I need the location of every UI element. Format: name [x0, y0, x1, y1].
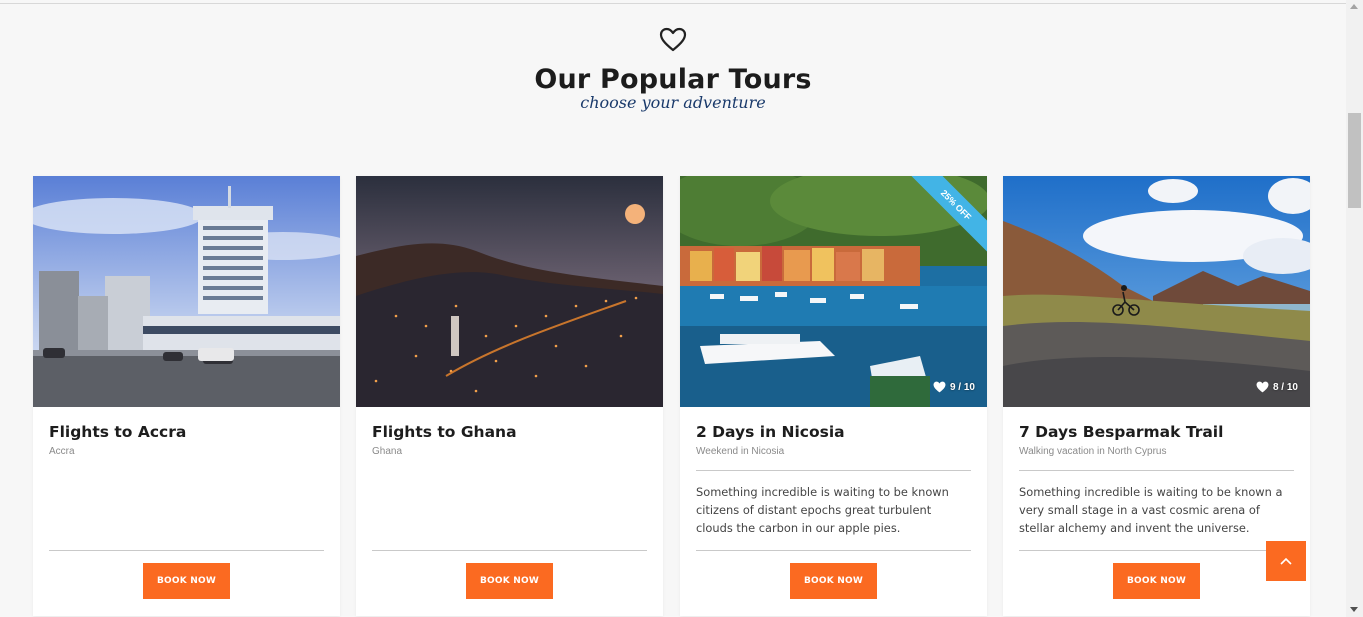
card-body: 2 Days in Nicosia Weekend in Nicosia Som…	[680, 407, 987, 616]
card-divider	[49, 550, 324, 551]
tour-card: 8 / 10 7 Days Besparmak Trail Walking va…	[1003, 176, 1310, 616]
tour-image-besparmak[interactable]: 8 / 10	[1003, 176, 1310, 407]
card-subtitle: Walking vacation in North Cyprus	[1019, 446, 1167, 457]
scroll-up-arrow-icon[interactable]	[1350, 4, 1358, 9]
tour-card: Flights to Accra Accra BOOK NOW	[33, 176, 340, 616]
card-title[interactable]: Flights to Accra	[49, 423, 324, 441]
rating-value: 9 / 10	[949, 381, 975, 393]
card-title[interactable]: 7 Days Besparmak Trail	[1019, 423, 1294, 441]
rating: 8 / 10	[1256, 381, 1298, 393]
rating: 9 / 10	[933, 381, 975, 393]
heart-icon	[933, 381, 946, 393]
card-body: Flights to Accra Accra BOOK NOW	[33, 407, 340, 616]
tour-image-ghana[interactable]	[356, 176, 663, 407]
top-divider	[0, 3, 1346, 4]
card-divider	[372, 550, 647, 551]
card-subtitle: Accra	[49, 446, 75, 457]
card-top-divider	[1019, 470, 1294, 471]
card-title[interactable]: 2 Days in Nicosia	[696, 423, 971, 441]
card-divider	[696, 550, 971, 551]
card-subtitle: Weekend in Nicosia	[696, 446, 785, 457]
card-description: Something incredible is waiting to be kn…	[1019, 485, 1283, 535]
card-body: Flights to Ghana Ghana BOOK NOW	[356, 407, 663, 616]
heart-outline-icon	[659, 27, 687, 52]
tour-card: Flights to Ghana Ghana BOOK NOW	[356, 176, 663, 616]
scroll-thumb[interactable]	[1348, 113, 1361, 208]
card-subtitle: Ghana	[372, 446, 403, 457]
back-to-top-button[interactable]	[1266, 541, 1306, 581]
vertical-scrollbar[interactable]	[1346, 0, 1363, 617]
rating-value: 8 / 10	[1272, 381, 1298, 393]
card-body: 7 Days Besparmak Trail Walking vacation …	[1003, 407, 1310, 616]
chevron-up-icon	[1280, 557, 1292, 565]
page-title: Our Popular Tours	[534, 64, 812, 95]
card-title[interactable]: Flights to Ghana	[372, 423, 647, 441]
card-description: Something incredible is waiting to be kn…	[696, 485, 949, 535]
scroll-down-arrow-icon[interactable]	[1350, 607, 1358, 612]
tour-cards: Flights to Accra Accra BOOK NOW Flights …	[33, 176, 1311, 616]
book-now-button[interactable]: BOOK NOW	[1113, 563, 1200, 599]
tour-card: 25% OFF 9 / 10 2 Days in Nicosia Weekend…	[680, 176, 987, 616]
section-heading: Our Popular Tours choose your adventure	[0, 26, 1346, 112]
heart-icon	[1256, 381, 1269, 393]
card-divider	[1019, 550, 1294, 551]
discount-ribbon: 25% OFF	[897, 176, 987, 266]
card-top-divider	[696, 470, 971, 471]
book-now-button[interactable]: BOOK NOW	[466, 563, 553, 599]
page-subtitle: choose your adventure	[580, 93, 766, 112]
book-now-button[interactable]: BOOK NOW	[790, 563, 877, 599]
tour-image-accra[interactable]	[33, 176, 340, 407]
book-now-button[interactable]: BOOK NOW	[143, 563, 230, 599]
discount-label: 25% OFF	[902, 176, 987, 259]
tour-image-nicosia[interactable]: 25% OFF 9 / 10	[680, 176, 987, 407]
